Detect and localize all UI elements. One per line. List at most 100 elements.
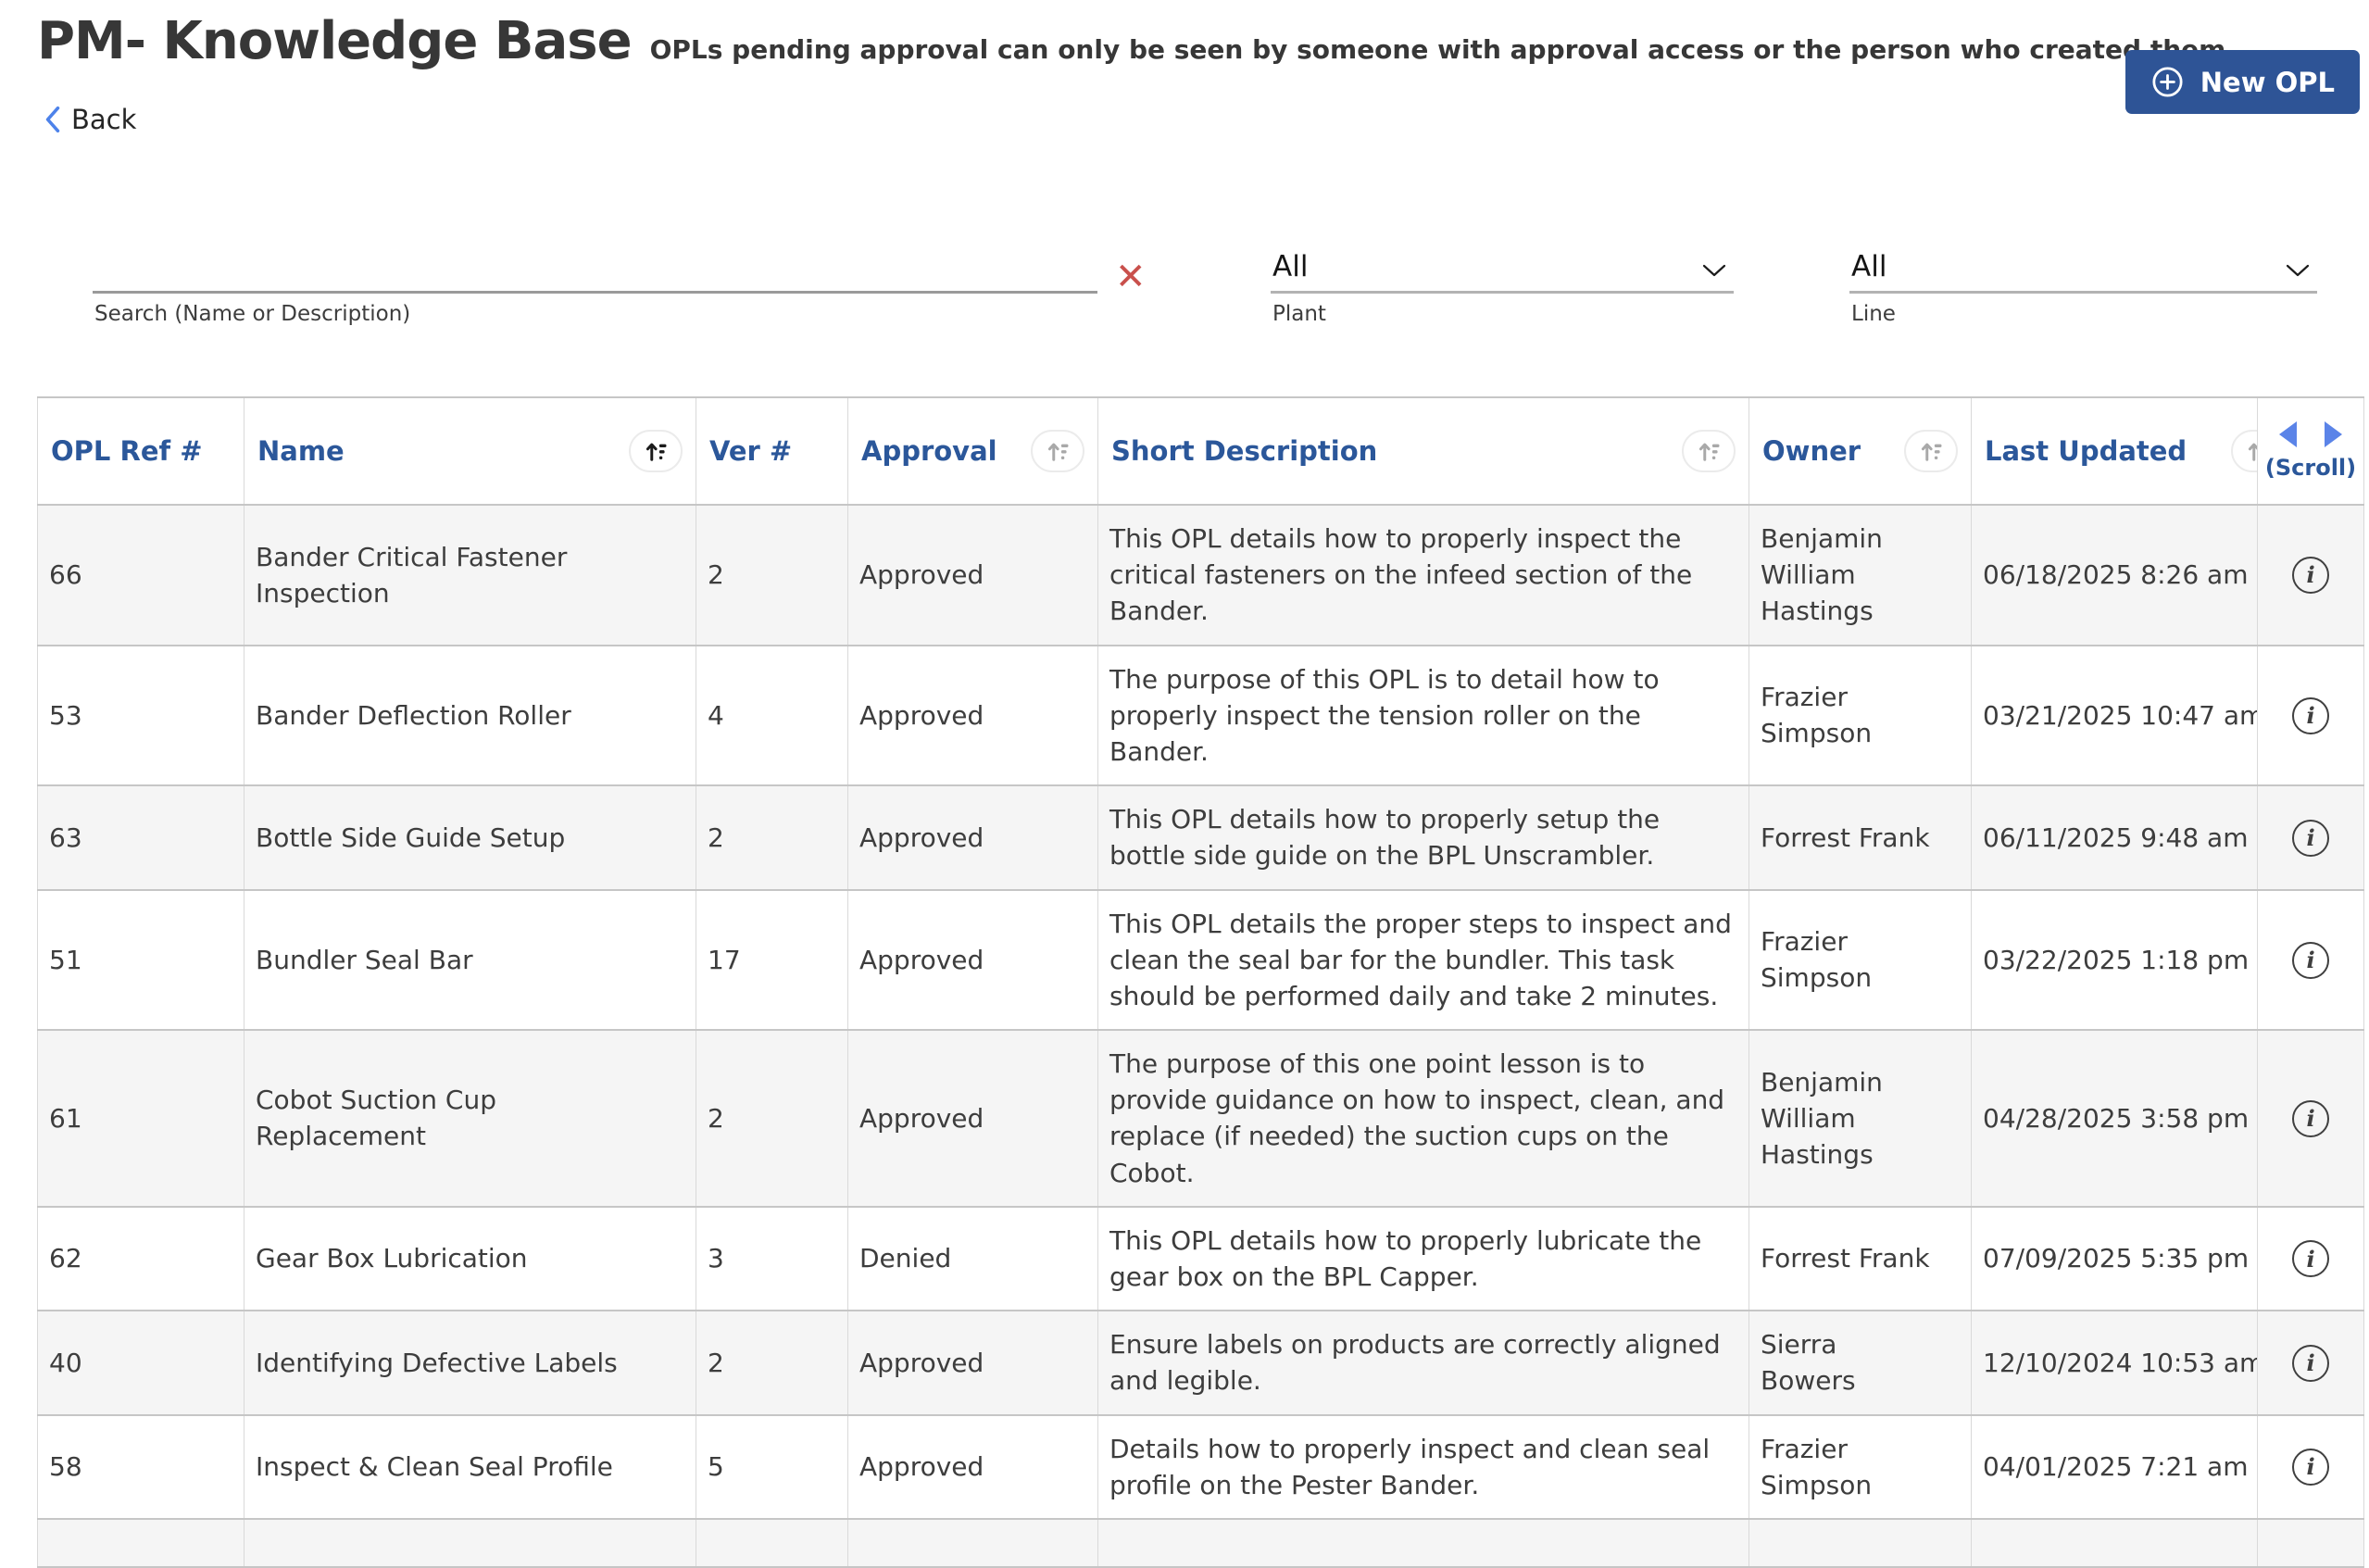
- table-row[interactable]: 66Bander Critical Fastener Inspection2Ap…: [38, 505, 2364, 646]
- column-label: Approval: [861, 435, 997, 467]
- table-row[interactable]: 63Bottle Side Guide Setup2ApprovedThis O…: [38, 785, 2364, 889]
- column-header-owner[interactable]: Owner: [1749, 397, 1972, 505]
- sort-icon[interactable]: [1031, 430, 1084, 472]
- info-cell: i: [2258, 1415, 2364, 1519]
- column-label: Ver #: [709, 435, 792, 467]
- ver-cell: 4: [696, 646, 848, 786]
- approval-cell: Approved: [848, 1030, 1098, 1207]
- ver-cell: 3: [696, 1207, 848, 1311]
- clear-search-icon[interactable]: ✕: [1115, 258, 1147, 295]
- ref-cell: 62: [38, 1207, 244, 1311]
- table-row[interactable]: 62Gear Box Lubrication3DeniedThis OPL de…: [38, 1207, 2364, 1311]
- horizontal-scroll-control: (Scroll): [2271, 421, 2350, 481]
- column-label: Last Updated: [1985, 435, 2187, 467]
- opl-table: OPL Ref # Name Ver # Approval Short Descri…: [37, 396, 2364, 1568]
- scroll-label: (Scroll): [2265, 455, 2356, 481]
- name-cell: Inspect & Clean Seal Profile: [244, 1415, 696, 1519]
- table-row[interactable]: 61Cobot Suction Cup Replacement2Approved…: [38, 1030, 2364, 1207]
- updated-cell: 07/09/2025 5:35 pm: [1972, 1207, 2258, 1311]
- description-cell: This OPL details the proper steps to ins…: [1098, 890, 1749, 1031]
- info-icon[interactable]: i: [2292, 1100, 2329, 1137]
- ver-cell: 2: [696, 1311, 848, 1414]
- table-row[interactable]: 51Bundler Seal Bar17ApprovedThis OPL det…: [38, 890, 2364, 1031]
- scroll-left-icon[interactable]: [2279, 421, 2297, 447]
- ver-cell: 2: [696, 785, 848, 889]
- chevron-down-icon: [2286, 264, 2310, 283]
- updated-cell: 04/01/2025 7:21 am: [1972, 1415, 2258, 1519]
- ref-cell: 40: [38, 1311, 244, 1414]
- info-icon[interactable]: i: [2292, 1345, 2329, 1382]
- column-header-name[interactable]: Name: [244, 397, 696, 505]
- search-field: Search (Name or Description): [93, 236, 1097, 326]
- column-header-ref: OPL Ref #: [38, 397, 244, 505]
- sort-icon[interactable]: [629, 430, 683, 472]
- ver-cell: 2: [696, 1030, 848, 1207]
- approval-cell: Approved: [848, 505, 1098, 646]
- owner-cell: Forrest Frank: [1749, 1207, 1972, 1311]
- name-cell: Gear Box Lubrication: [244, 1207, 696, 1311]
- column-header-approval[interactable]: Approval: [848, 397, 1098, 505]
- sort-icon[interactable]: [1682, 430, 1736, 472]
- info-cell: i: [2258, 890, 2364, 1031]
- column-header-ver: Ver #: [696, 397, 848, 505]
- search-input[interactable]: [93, 236, 1097, 294]
- ver-cell: 2: [696, 505, 848, 646]
- updated-cell: 12/10/2024 10:53 am: [1972, 1311, 2258, 1414]
- sort-icon[interactable]: [2231, 430, 2258, 472]
- description-cell: This OPL details how to properly lubrica…: [1098, 1207, 1749, 1311]
- new-opl-button[interactable]: New OPL: [2125, 50, 2360, 114]
- ver-cell: 5: [696, 1415, 848, 1519]
- info-icon[interactable]: i: [2292, 1449, 2329, 1486]
- column-label: OPL Ref #: [51, 435, 203, 467]
- info-icon[interactable]: i: [2292, 820, 2329, 857]
- page-subtitle: OPLs pending approval can only be seen b…: [650, 34, 2236, 65]
- plant-select[interactable]: All Plant: [1271, 236, 1734, 326]
- info-cell: i: [2258, 646, 2364, 786]
- new-opl-label: New OPL: [2200, 67, 2335, 98]
- owner-cell: Benjamin William Hastings: [1749, 505, 1972, 646]
- column-header-description[interactable]: Short Description: [1098, 397, 1749, 505]
- approval-cell: Approved: [848, 890, 1098, 1031]
- page-title: PM- Knowledge Base: [37, 11, 632, 71]
- name-cell: Identifying Defective Labels: [244, 1311, 696, 1414]
- info-cell: i: [2258, 1207, 2364, 1311]
- description-cell: Details how to properly inspect and clea…: [1098, 1415, 1749, 1519]
- info-icon[interactable]: i: [2292, 1240, 2329, 1277]
- name-cell: Cobot Suction Cup Replacement: [244, 1030, 696, 1207]
- updated-cell: 04/28/2025 3:58 pm: [1972, 1030, 2258, 1207]
- column-label: Name: [257, 435, 345, 467]
- search-label: Search (Name or Description): [93, 302, 1097, 326]
- plant-selected-value: All: [1272, 250, 1308, 283]
- scroll-column-header: (Scroll): [2258, 397, 2364, 505]
- description-cell: Ensure labels on products are correctly …: [1098, 1311, 1749, 1414]
- ref-cell: 51: [38, 890, 244, 1031]
- scroll-right-icon[interactable]: [2325, 421, 2342, 447]
- description-cell: This OPL details how to properly setup t…: [1098, 785, 1749, 889]
- updated-cell: 06/11/2025 9:48 am: [1972, 785, 2258, 889]
- line-select[interactable]: All Line: [1849, 236, 2317, 326]
- ref-cell: 53: [38, 646, 244, 786]
- back-button[interactable]: Back: [43, 104, 136, 135]
- info-icon[interactable]: i: [2292, 942, 2329, 979]
- chevron-down-icon: [1702, 264, 1726, 283]
- name-cell: Bander Deflection Roller: [244, 646, 696, 786]
- approval-cell: Approved: [848, 646, 1098, 786]
- updated-cell: 06/18/2025 8:26 am: [1972, 505, 2258, 646]
- approval-cell: Denied: [848, 1207, 1098, 1311]
- filter-bar: Search (Name or Description) ✕ All Plant…: [0, 236, 2369, 347]
- table-row[interactable]: 40Identifying Defective Labels2ApprovedE…: [38, 1311, 2364, 1414]
- info-icon[interactable]: i: [2292, 697, 2329, 734]
- name-cell: Bundler Seal Bar: [244, 890, 696, 1031]
- table-row[interactable]: 58Inspect & Clean Seal Profile5ApprovedD…: [38, 1415, 2364, 1519]
- table-row[interactable]: 53Bander Deflection Roller4ApprovedThe p…: [38, 646, 2364, 786]
- line-selected-value: All: [1851, 250, 1886, 283]
- description-cell: The purpose of this one point lesson is …: [1098, 1030, 1749, 1207]
- info-icon[interactable]: i: [2292, 557, 2329, 594]
- info-cell: i: [2258, 785, 2364, 889]
- sort-icon[interactable]: [1904, 430, 1958, 472]
- column-label: Owner: [1762, 435, 1861, 467]
- approval-cell: Approved: [848, 1311, 1098, 1414]
- column-header-updated[interactable]: Last Updated: [1972, 397, 2258, 505]
- plant-label: Plant: [1271, 302, 1734, 326]
- ref-cell: 66: [38, 505, 244, 646]
